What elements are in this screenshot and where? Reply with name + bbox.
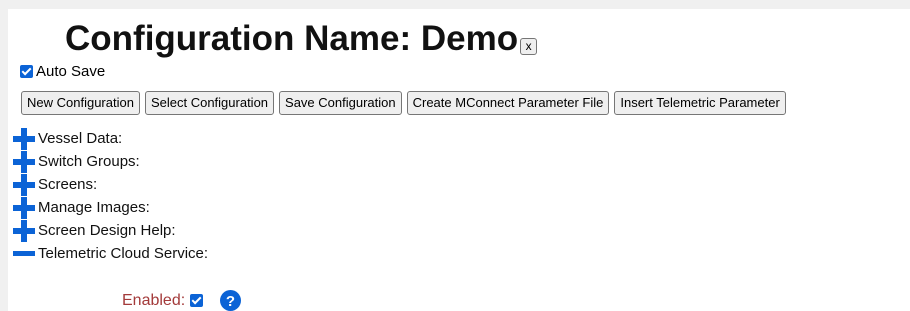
section-manage-images[interactable]: Manage Images: xyxy=(13,196,208,219)
section-telemetric-cloud-service[interactable]: Telemetric Cloud Service: xyxy=(13,242,208,265)
auto-save-label: Auto Save xyxy=(36,63,106,80)
section-list: Vessel Data: Switch Groups: Screens: Man… xyxy=(13,127,208,265)
section-label: Screen Design Help: xyxy=(38,222,176,239)
plus-icon[interactable] xyxy=(13,219,35,242)
section-screens[interactable]: Screens: xyxy=(13,173,208,196)
plus-icon[interactable] xyxy=(13,196,35,219)
section-switch-groups[interactable]: Switch Groups: xyxy=(13,150,208,173)
select-configuration-button[interactable]: Select Configuration xyxy=(144,91,275,115)
auto-save-checkbox[interactable] xyxy=(20,65,33,78)
create-mconnect-parameter-file-button[interactable]: Create MConnect Parameter File xyxy=(406,91,610,115)
configuration-page: Configuration Name: Demo x Auto Save New… xyxy=(8,9,910,311)
toolbar: New Configuration Select Configuration S… xyxy=(21,91,786,115)
section-label: Screens: xyxy=(38,176,98,193)
close-button[interactable]: x xyxy=(520,38,538,55)
question-circle-icon[interactable]: ? xyxy=(220,290,242,311)
minus-icon[interactable] xyxy=(13,243,35,265)
section-label: Switch Groups: xyxy=(38,153,140,170)
new-configuration-button[interactable]: New Configuration xyxy=(21,91,140,115)
section-vessel-data[interactable]: Vessel Data: xyxy=(13,127,208,150)
insert-telemetric-parameter-button[interactable]: Insert Telemetric Parameter xyxy=(614,91,786,115)
section-label: Manage Images: xyxy=(38,199,150,216)
page-title: Configuration Name: Demo xyxy=(65,19,519,58)
auto-save-option[interactable]: Auto Save xyxy=(20,63,105,80)
plus-icon[interactable] xyxy=(13,127,35,150)
section-label: Vessel Data: xyxy=(38,130,123,147)
plus-icon[interactable] xyxy=(13,173,35,196)
telemetric-enabled-row: Enabled: ? xyxy=(122,290,242,311)
enabled-checkbox[interactable] xyxy=(190,294,204,307)
section-label: Telemetric Cloud Service: xyxy=(38,245,209,262)
save-configuration-button[interactable]: Save Configuration xyxy=(279,91,402,115)
section-screen-design-help[interactable]: Screen Design Help: xyxy=(13,219,208,242)
plus-icon[interactable] xyxy=(13,150,35,173)
title-row: Configuration Name: Demo x xyxy=(65,15,538,59)
enabled-label: Enabled: xyxy=(122,291,186,309)
svg-text:?: ? xyxy=(226,293,235,310)
